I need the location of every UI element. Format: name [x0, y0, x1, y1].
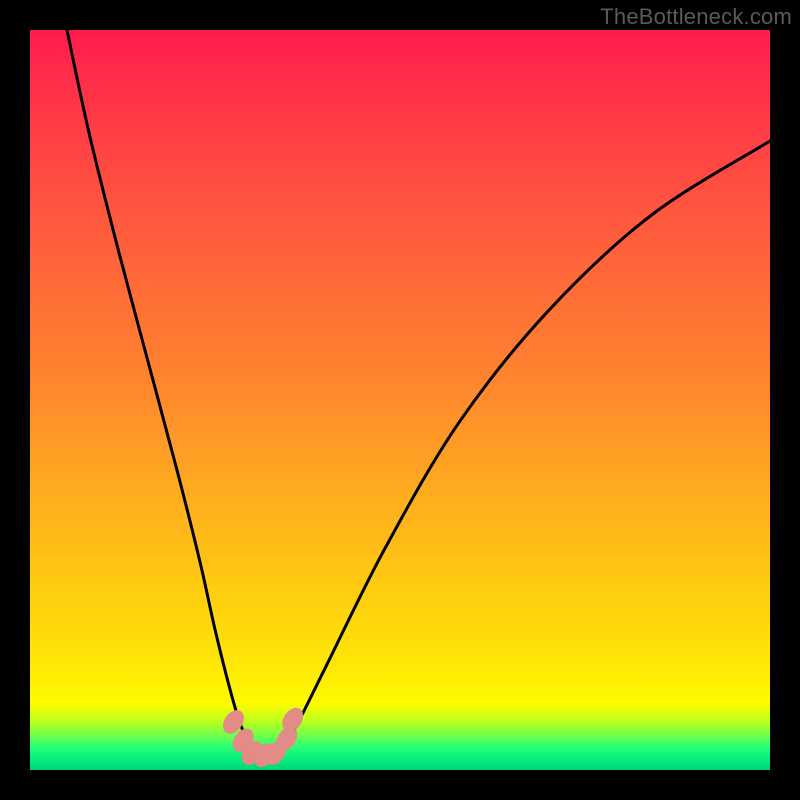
- watermark-text: TheBottleneck.com: [600, 4, 792, 30]
- curve-group: [67, 30, 770, 756]
- marker-group: [219, 704, 308, 771]
- bottleneck-curve: [67, 30, 770, 756]
- chart-svg: [30, 30, 770, 770]
- chart-frame: TheBottleneck.com: [0, 0, 800, 800]
